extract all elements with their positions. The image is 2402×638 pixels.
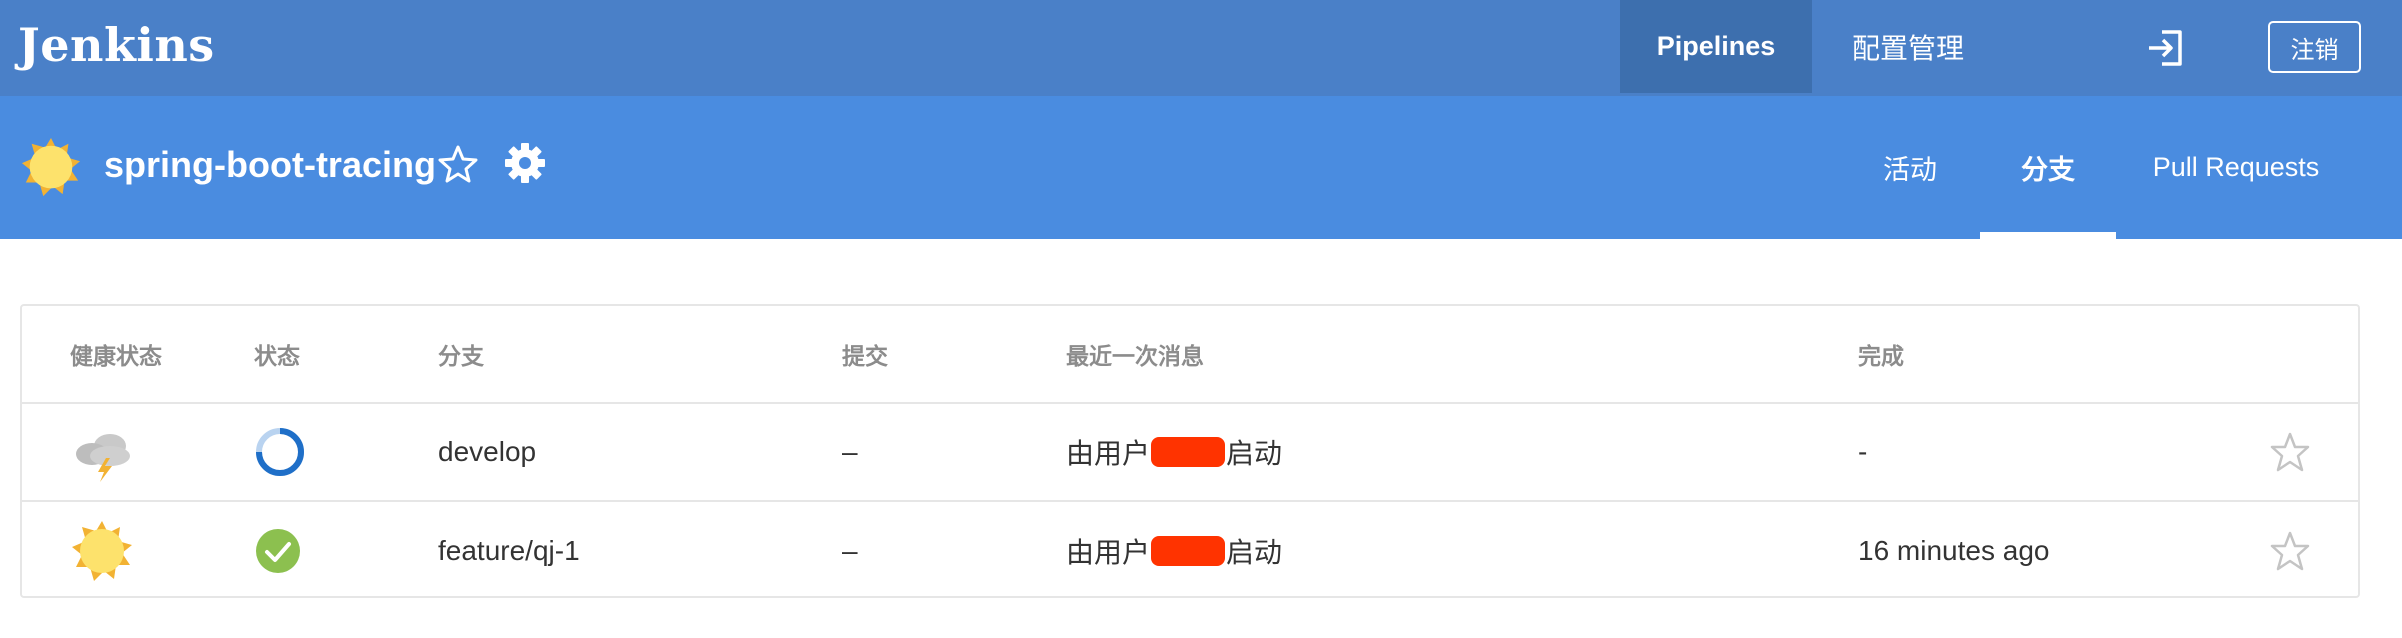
- star-outline-icon[interactable]: [2268, 529, 2312, 573]
- health-cell: [70, 404, 134, 500]
- pipeline-title: spring-boot-tracing: [104, 144, 436, 185]
- header-completed[interactable]: 完成: [1858, 306, 1904, 402]
- status-cell: [254, 502, 302, 600]
- message-prefix: 由用户: [1066, 537, 1151, 568]
- completed-time: -: [1858, 436, 1868, 467]
- message-prefix: 由用户: [1066, 438, 1151, 469]
- gear-icon[interactable]: [502, 140, 548, 186]
- message-suffix: 启动: [1226, 537, 1283, 568]
- running-spinner-icon: [256, 428, 304, 476]
- sun-icon: [72, 521, 132, 581]
- tab-pull-requests[interactable]: Pull Requests: [2136, 96, 2336, 239]
- table-header-row: 健康状态 状态 分支 提交 最近一次消息 完成: [22, 306, 2358, 404]
- header-message[interactable]: 最近一次消息: [1066, 306, 1204, 402]
- tab-branches[interactable]: 分支: [1980, 96, 2116, 239]
- logout-button[interactable]: 注销: [2268, 21, 2361, 73]
- message-suffix: 启动: [1226, 438, 1283, 469]
- commit-id: –: [842, 535, 858, 566]
- branches-table: 健康状态 状态 分支 提交 最近一次消息 完成 develop – 由用户启动: [20, 304, 2360, 598]
- star-outline-icon[interactable]: [2268, 430, 2312, 474]
- top-navigation-bar: Jenkins Pipelines 配置管理 注销: [0, 0, 2402, 96]
- health-cell: [70, 502, 134, 600]
- branch-name[interactable]: develop: [438, 404, 536, 500]
- redacted-username: [1151, 437, 1226, 467]
- header-health[interactable]: 健康状态: [70, 306, 162, 402]
- jenkins-logo[interactable]: Jenkins: [18, 18, 215, 72]
- favorite-cell: [2268, 404, 2312, 500]
- nav-config-management[interactable]: 配置管理: [1812, 0, 2004, 93]
- favorite-cell: [2268, 502, 2312, 600]
- storm-cloud-icon: [76, 434, 130, 482]
- sun-icon: [21, 137, 81, 197]
- sign-in-icon[interactable]: [2146, 28, 2186, 68]
- last-message: 由用户 启动: [1066, 502, 1282, 600]
- last-message: 由用户 启动: [1066, 404, 1282, 500]
- commit-id: –: [842, 436, 858, 467]
- header-status[interactable]: 状态: [254, 306, 300, 402]
- table-row[interactable]: feature/qj-1 – 由用户 启动 16 minutes ago: [22, 502, 2358, 600]
- favorite-star-icon[interactable]: [437, 143, 479, 185]
- success-check-icon: [256, 529, 300, 573]
- tab-activity[interactable]: 活动: [1860, 96, 1960, 239]
- pipeline-header: spring-boot-tracing 活动 分支 Pull Requests: [0, 96, 2402, 239]
- header-commit[interactable]: 提交: [842, 306, 888, 402]
- completed-time: 16 minutes ago: [1858, 535, 2050, 566]
- branch-name[interactable]: feature/qj-1: [438, 502, 580, 600]
- nav-pipelines[interactable]: Pipelines: [1620, 0, 1812, 93]
- redacted-username: [1151, 536, 1226, 566]
- header-branch[interactable]: 分支: [438, 306, 484, 402]
- table-row[interactable]: develop – 由用户 启动 -: [22, 404, 2358, 502]
- status-cell: [254, 404, 306, 500]
